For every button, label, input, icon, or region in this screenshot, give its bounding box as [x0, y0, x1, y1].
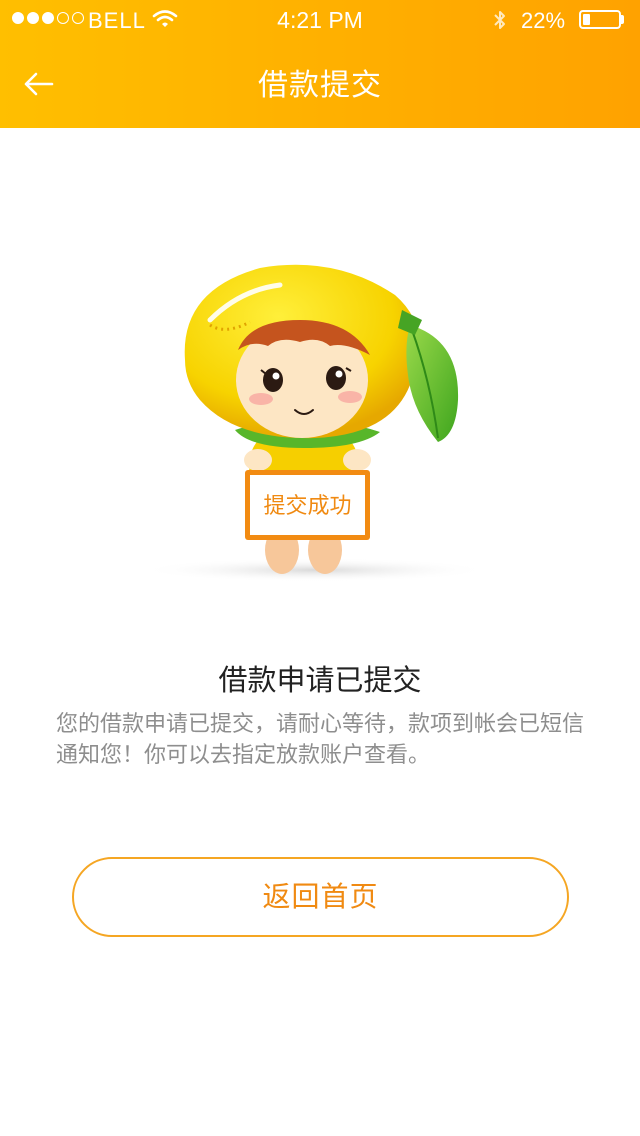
bluetooth-icon — [494, 11, 505, 29]
status-bar: BELL 4:21 PM 22% — [0, 0, 640, 40]
result-description: 您的借款申请已提交，请耐心等待，款项到帐会已短信通知您！你可以去指定放款账户查看… — [56, 712, 585, 768]
return-home-button[interactable]: 返回首页 — [72, 857, 569, 937]
page-title: 借款提交 — [258, 68, 382, 103]
battery-level-fill — [583, 14, 590, 25]
battery-terminal — [621, 15, 624, 24]
top-bar: BELL 4:21 PM 22% 借款提交 — [0, 0, 640, 128]
mango-mascot-illustration: 提交成功 — [140, 264, 490, 582]
sign-text: 提交成功 — [263, 494, 351, 519]
battery-percentage: 22% — [521, 8, 566, 33]
battery-icon — [579, 10, 621, 29]
result-headline: 借款申请已提交 — [218, 663, 422, 697]
